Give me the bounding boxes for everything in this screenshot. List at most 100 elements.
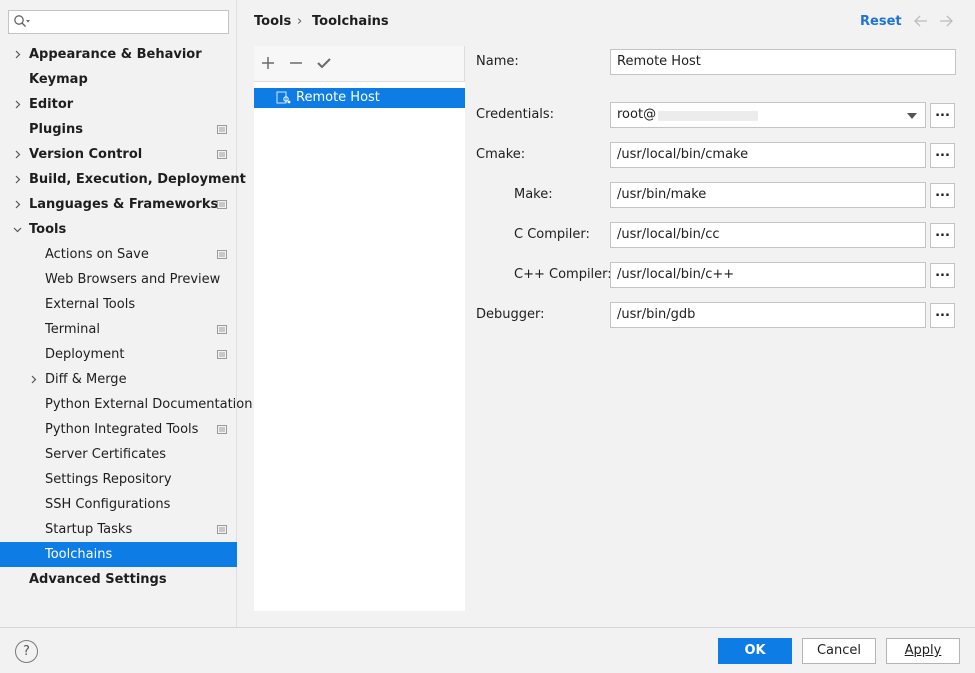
search-icon [14,15,30,27]
sidebar-item-label: Appearance & Behavior [29,47,202,62]
breadcrumb-tools[interactable]: Tools [254,14,291,29]
make-label: Make: [514,187,553,202]
project-scope-icon [217,425,227,434]
cmake-browse-button[interactable]: ... [930,143,955,168]
remote-host-icon [276,91,291,104]
sidebar-item-diff-merge[interactable]: Diff & Merge [0,367,237,392]
sidebar-item-tools[interactable]: Tools [0,217,237,242]
debugger-field[interactable]: /usr/bin/gdb [610,302,926,328]
sidebar-item-actions-on-save[interactable]: Actions on Save [0,242,237,267]
dialog-footer: ? OK Cancel Apply [0,627,975,673]
cancel-button[interactable]: Cancel [802,638,876,664]
cmake-label: Cmake: [476,147,526,162]
sidebar-item-python-external-documentation[interactable]: Python External Documentation [0,392,252,417]
chevron-right-icon[interactable] [13,50,22,59]
sidebar-item-toolchains[interactable]: Toolchains [0,542,237,567]
sidebar-item-version-control[interactable]: Version Control [0,142,237,167]
search-input[interactable] [8,10,229,34]
sidebar-item-label: Terminal [45,322,100,337]
c-compiler-browse-button[interactable]: ... [930,223,955,248]
back-arrow-icon[interactable] [913,13,929,29]
remove-icon[interactable] [286,53,306,73]
sidebar-item-label: Actions on Save [45,247,149,262]
credentials-browse-button[interactable]: ... [930,103,955,128]
project-scope-icon [217,150,227,159]
sidebar-item-python-integrated-tools[interactable]: Python Integrated Tools [0,417,237,442]
chevron-down-icon [907,113,917,119]
settings-tree: Appearance & Behavior Keymap Editor Plugins… [0,42,252,592]
breadcrumb-toolchains: Toolchains [312,14,389,29]
help-icon[interactable]: ? [15,640,38,663]
check-icon[interactable] [314,53,334,73]
sidebar-item-label: Settings Repository [45,472,172,487]
sidebar-item-label: Advanced Settings [29,572,167,587]
sidebar-item-build-execution-deployment[interactable]: Build, Execution, Deployment [0,167,246,192]
sidebar-item-label: Plugins [29,122,83,137]
page-header: Tools › Toolchains Reset [237,0,975,46]
cpp-compiler-label: C++ Compiler: [514,267,612,282]
sidebar-item-label: Diff & Merge [45,372,127,387]
sidebar-item-settings-repository[interactable]: Settings Repository [0,467,237,492]
make-field[interactable]: /usr/bin/make [610,182,926,208]
sidebar-item-label: Startup Tasks [45,522,133,537]
sidebar-item-web-browsers-and-preview[interactable]: Web Browsers and Preview [0,267,237,292]
forward-arrow-icon[interactable] [938,13,954,29]
toolchain-item-label: Remote Host [296,90,380,105]
sidebar-item-label: Tools [29,222,67,237]
sidebar-item-ssh-configurations[interactable]: SSH Configurations [0,492,237,517]
cpp-compiler-field[interactable]: /usr/local/bin/c++ [610,262,926,288]
project-scope-icon [217,200,227,209]
sidebar-item-editor[interactable]: Editor [0,92,237,117]
sidebar-item-label: Languages & Frameworks [29,197,219,212]
sidebar-item-label: Build, Execution, Deployment [29,172,246,187]
breadcrumb-separator: › [297,14,303,29]
sidebar-item-label: Version Control [29,147,143,162]
toolchain-list: Remote Host [254,82,465,611]
sidebar-item-label: Deployment [45,347,125,362]
sidebar-item-label: Toolchains [45,547,113,562]
name-label: Name: [476,54,519,69]
sidebar-item-keymap[interactable]: Keymap [0,67,237,92]
c-compiler-label: C Compiler: [514,227,590,242]
chevron-right-icon[interactable] [13,150,22,159]
ok-button[interactable]: OK [718,638,792,664]
project-scope-icon [217,125,227,134]
add-icon[interactable] [258,53,278,73]
redacted-host [658,111,758,121]
reset-link[interactable]: Reset [860,14,902,29]
sidebar-item-label: Editor [29,97,74,112]
sidebar-item-deployment[interactable]: Deployment [0,342,237,367]
toolchain-item-remote-host[interactable]: Remote Host [254,88,465,108]
sidebar-item-external-tools[interactable]: External Tools [0,292,237,317]
cmake-field[interactable]: /usr/local/bin/cmake [610,142,926,168]
debugger-browse-button[interactable]: ... [930,303,955,328]
chevron-right-icon[interactable] [13,100,22,109]
sidebar-item-terminal[interactable]: Terminal [0,317,237,342]
chevron-right-icon[interactable] [13,175,22,184]
sidebar-item-appearance-behavior[interactable]: Appearance & Behavior [0,42,237,67]
toolchain-toolbar [254,46,465,82]
sidebar-item-server-certificates[interactable]: Server Certificates [0,442,237,467]
name-field[interactable]: Remote Host [610,49,956,75]
chevron-right-icon[interactable] [29,375,38,384]
sidebar-item-label: Keymap [29,72,88,87]
toolchain-list-panel: Remote Host [254,46,465,611]
apply-button[interactable]: Apply [886,638,960,664]
make-browse-button[interactable]: ... [930,183,955,208]
cpp-compiler-browse-button[interactable]: ... [930,263,955,288]
toolchain-form: Name: Remote Host Credentials: root@ ...… [466,46,975,611]
sidebar-item-label: Python Integrated Tools [45,422,199,437]
sidebar-item-label: SSH Configurations [45,497,171,512]
chevron-right-icon[interactable] [13,200,22,209]
project-scope-icon [217,250,227,259]
sidebar-item-languages-frameworks[interactable]: Languages & Frameworks [0,192,237,217]
c-compiler-field[interactable]: /usr/local/bin/cc [610,222,926,248]
chevron-down-icon[interactable] [13,225,22,234]
credentials-value: root@ [617,107,657,122]
sidebar-item-startup-tasks[interactable]: Startup Tasks [0,517,237,542]
sidebar-item-advanced-settings[interactable]: Advanced Settings [0,567,237,592]
credentials-dropdown[interactable]: root@ [610,102,926,128]
sidebar-item-plugins[interactable]: Plugins [0,117,237,142]
credentials-label: Credentials: [476,107,555,122]
project-scope-icon [217,525,227,534]
